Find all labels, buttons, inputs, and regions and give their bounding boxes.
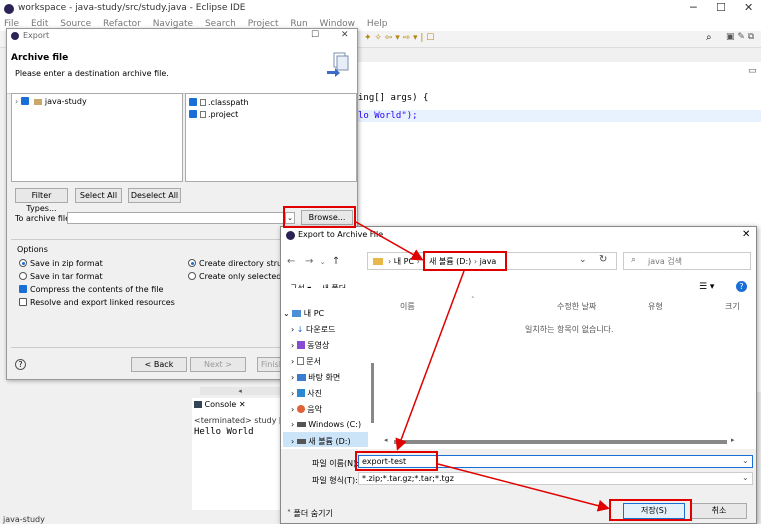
annotation-arrows (355, 221, 610, 512)
